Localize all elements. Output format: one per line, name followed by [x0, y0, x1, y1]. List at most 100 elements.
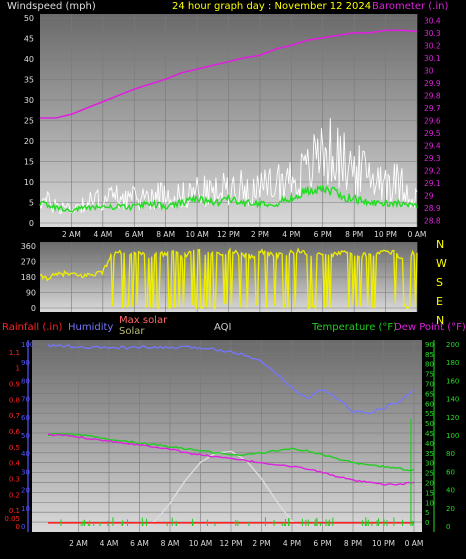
barometer-tick-label: 29.1 — [424, 179, 441, 188]
wind-x-tick-label: 10 PM — [374, 230, 397, 239]
solar-tick-label: 80 — [446, 450, 455, 458]
temp-tick-label: 40 — [425, 440, 434, 448]
solar-tick-label: 60 — [446, 468, 455, 476]
rain-x-tick-label: 12 PM — [220, 539, 243, 548]
wind-x-tick-label: 2 PM — [251, 230, 269, 239]
legend-rainfall: Rainfall (.in) — [2, 322, 63, 333]
temp-tick-label: 45 — [425, 430, 434, 438]
temp-tick-label: 0 — [425, 519, 429, 527]
legend-temperature: Temperature (°F) — [311, 322, 397, 333]
rain-x-tick-label: 6 PM — [313, 539, 331, 548]
solar-tick-label: 0 — [446, 523, 450, 531]
wind-x-tick-label: 2 AM — [62, 230, 81, 239]
windspeed-axis-title: Windspeed (mph) — [7, 1, 96, 12]
direction-y-tick-label: 270 — [21, 258, 36, 267]
direction-y-tick-label: 0 — [31, 304, 36, 313]
wind-x-tick-label: 6 AM — [125, 230, 144, 239]
temp-tick-label: 85 — [425, 351, 434, 359]
rain-tick-label: 0.2 — [9, 491, 20, 499]
rain-x-tick-label: 10 AM — [189, 539, 213, 548]
wind-y-tick-label: 35 — [24, 76, 34, 85]
temp-tick-label: 35 — [425, 450, 434, 458]
temp-tick-label: 5 — [425, 509, 429, 517]
barometer-tick-label: 29.9 — [424, 79, 441, 88]
solar-tick-label: 140 — [446, 396, 459, 404]
barometer-tick-label: 30.1 — [424, 54, 441, 63]
temp-tick-label: 15 — [425, 489, 434, 497]
rain-tick-label: 0 — [16, 523, 20, 531]
wind-x-tick-label: 8 PM — [345, 230, 363, 239]
rain-tick-label: 0.7 — [9, 412, 20, 420]
rain-x-tick-label: 4 AM — [100, 539, 119, 548]
rain-x-tick-label: 6 AM — [130, 539, 149, 548]
wind-x-tick-label: 4 AM — [93, 230, 112, 239]
wind-x-tick-label: 12 PM — [217, 230, 240, 239]
temp-tick-label: 75 — [425, 371, 434, 379]
solar-tick-label: 40 — [446, 487, 455, 495]
barometer-tick-label: 29.6 — [424, 117, 441, 126]
solar-tick-label: 160 — [446, 377, 459, 385]
rain-x-tick-label: 8 AM — [161, 539, 180, 548]
solar-tick-label: 200 — [446, 341, 459, 349]
temp-tick-label: 50 — [425, 420, 434, 428]
legend-max-solar: Max solar — [119, 315, 168, 326]
rain-x-tick-label: 2 AM — [69, 539, 88, 548]
wind-x-tick-label: 8 AM — [156, 230, 175, 239]
wind-x-tick-label: 10 AM — [185, 230, 209, 239]
direction-y-tick-label: 360 — [21, 242, 36, 251]
compass-n-top: N — [436, 238, 444, 251]
barometer-tick-label: 28.9 — [424, 204, 441, 213]
barometer-tick-label: 30.4 — [424, 16, 441, 25]
barometer-tick-label: 29.2 — [424, 167, 441, 176]
wind-y-tick-label: 40 — [24, 55, 34, 64]
temp-tick-label: 80 — [425, 361, 434, 369]
rain-tick-label: 0.6 — [9, 428, 21, 436]
rain-tick-label: 0.9 — [9, 381, 20, 389]
wind-y-tick-label: 5 — [29, 199, 34, 208]
barometer-tick-label: 29.4 — [424, 142, 441, 151]
solar-tick-label: 100 — [446, 432, 459, 440]
barometer-tick-label: 30.3 — [424, 29, 441, 38]
legend-dew-point: Dew Point (°F) — [394, 322, 466, 333]
temp-tick-label: 60 — [425, 400, 434, 408]
rain-tick-label: 1 — [16, 365, 20, 373]
temp-tick-label: 10 — [425, 499, 434, 507]
temp-tick-label: 70 — [425, 381, 434, 389]
compass-s: S — [436, 276, 443, 289]
wind-y-tick-label: 10 — [24, 178, 34, 187]
rain-x-tick-label: 10 PM — [372, 539, 395, 548]
temp-tick-label: 30 — [425, 460, 434, 468]
solar-tick-label: 20 — [446, 505, 455, 513]
wind-y-tick-label: 30 — [24, 96, 34, 105]
rain-tick-label: 0.8 — [9, 396, 20, 404]
rain-x-tick-label: 2 PM — [252, 539, 270, 548]
solar-tick-label: 180 — [446, 359, 459, 367]
barometer-tick-label: 29.7 — [424, 104, 441, 113]
barometer-tick-label: 29.5 — [424, 129, 441, 138]
temp-tick-label: 20 — [425, 479, 434, 487]
weather-graph: Windspeed (mph) 24 hour graph day : Nove… — [0, 0, 466, 555]
wind-x-tick-label: 0 AM — [408, 230, 427, 239]
legend-aqi: AQI — [214, 322, 232, 333]
temp-tick-label: 90 — [425, 341, 434, 349]
compass-w: W — [436, 257, 447, 270]
legend-solar: Solar — [119, 326, 145, 337]
direction-y-tick-label: 180 — [21, 273, 36, 282]
barometer-tick-label: 29.3 — [424, 154, 441, 163]
direction-axes: 360 270 180 90 0 — [21, 242, 36, 313]
rain-tick-label: 0.4 — [9, 460, 21, 468]
wind-y-tick-label: 45 — [24, 35, 34, 44]
compass-e: E — [436, 295, 443, 308]
barometer-tick-label: 30 — [424, 66, 434, 75]
rain-tick-label: 0.05 — [4, 515, 20, 523]
temp-tick-label: 65 — [425, 390, 434, 398]
barometer-tick-label: 29 — [424, 192, 434, 201]
wind-x-tick-label: 4 PM — [282, 230, 300, 239]
rain-tick-label: 1.1 — [9, 349, 20, 357]
rain-x-tick-label: 4 PM — [283, 539, 301, 548]
rain-x-tick-label: 0 AM — [405, 539, 424, 548]
chart-canvas: Windspeed (mph) 24 hour graph day : Nove… — [2, 1, 466, 548]
temp-tick-label: 25 — [425, 470, 434, 478]
temp-tick-label: 55 — [425, 410, 434, 418]
barometer-axis-title: Barometer (.in) — [372, 1, 448, 12]
